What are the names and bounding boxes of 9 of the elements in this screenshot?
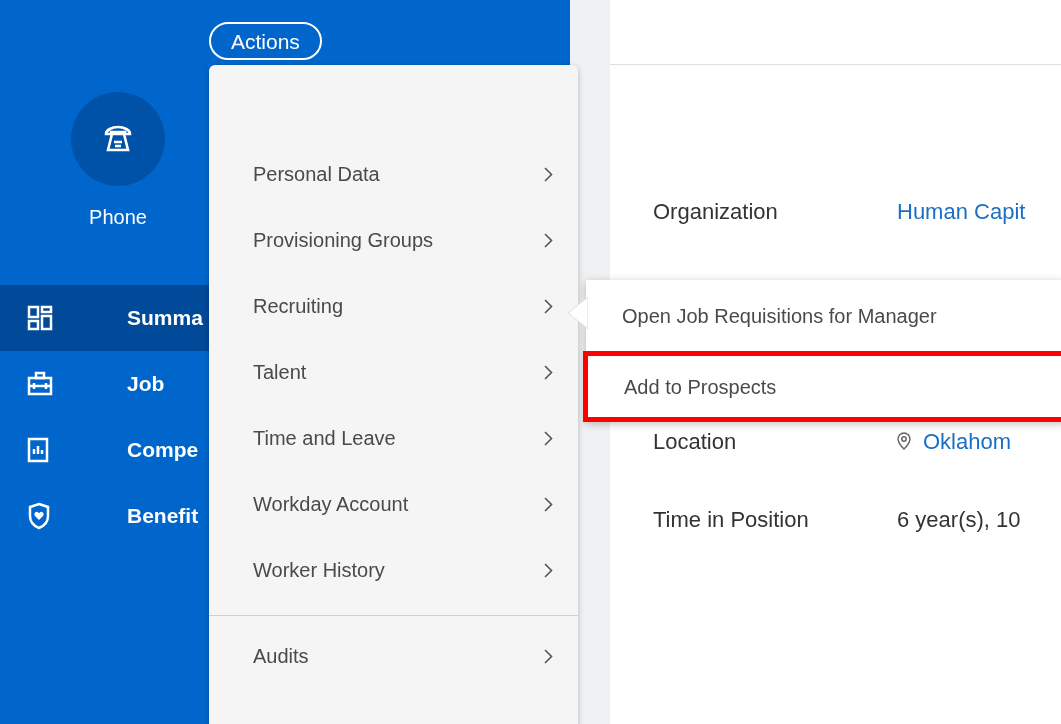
field-value: 6 year(s), 10 <box>897 505 1021 534</box>
nav-label: Benefit <box>127 503 199 530</box>
field-label: Location <box>653 427 738 456</box>
nav-label: Summa <box>127 305 203 332</box>
field-label: Time in Position <box>653 505 810 534</box>
nav-label: Compe <box>127 437 199 464</box>
phone-label: Phone <box>89 205 147 230</box>
field-label: Organization <box>653 197 779 226</box>
nav-label: Job <box>127 371 165 398</box>
